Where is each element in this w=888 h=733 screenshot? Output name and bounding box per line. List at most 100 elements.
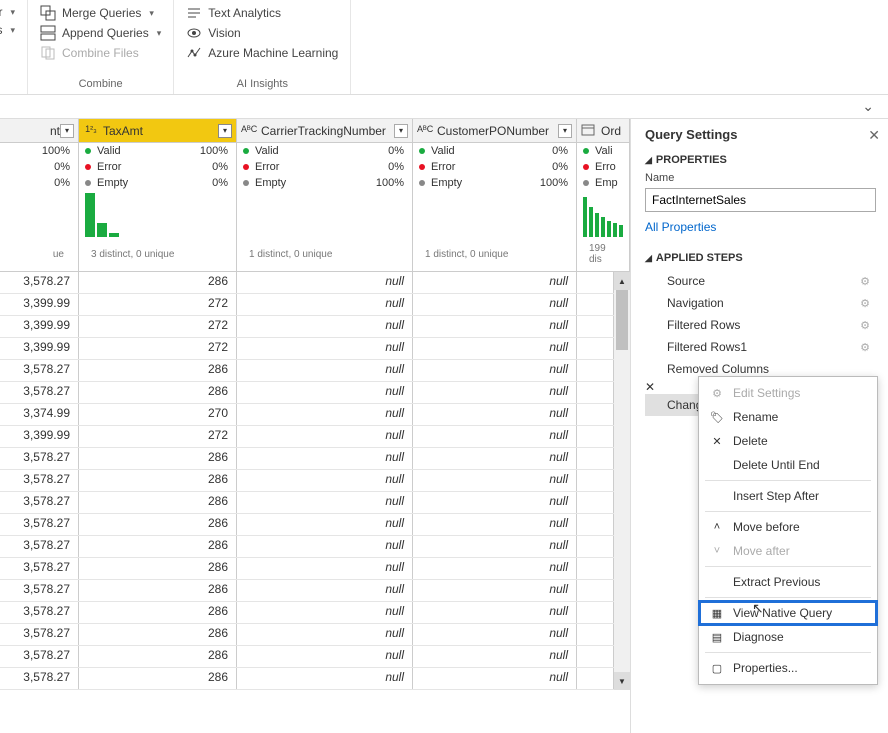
filter-icon[interactable]: ▾ (558, 124, 572, 138)
scroll-thumb[interactable] (616, 290, 628, 350)
error-dot-icon (243, 164, 249, 170)
cell: null (413, 360, 577, 381)
cell: null (413, 426, 577, 447)
ctx-delete[interactable]: ✕Delete (699, 429, 877, 453)
query-name-input[interactable] (645, 188, 876, 212)
collapse-icon: ◢ (645, 253, 652, 264)
merge-queries-button[interactable]: Merge Queries▾ (38, 4, 163, 22)
filter-icon[interactable]: ▾ (218, 124, 232, 138)
table-row[interactable]: 3,578.27286nullnull (0, 558, 614, 580)
table-row[interactable]: 3,578.27286nullnull (0, 470, 614, 492)
cell: null (413, 514, 577, 535)
table-row[interactable]: 3,578.27286nullnull (0, 624, 614, 646)
table-row[interactable]: 3,374.99270nullnull (0, 404, 614, 426)
cell: 3,578.27 (0, 646, 79, 667)
table-row[interactable]: 3,578.27286nullnull (0, 580, 614, 602)
column-header-carrier[interactable]: AᴮCCarrierTrackingNumber▾ (237, 119, 413, 142)
cell (577, 514, 614, 535)
error-dot-icon (419, 164, 425, 170)
vertical-scrollbar[interactable]: ▲ ▼ (614, 272, 630, 690)
table-row[interactable]: 3,399.99272nullnull (0, 316, 614, 338)
gear-icon[interactable]: ⚙ (860, 297, 870, 310)
table-row[interactable]: 3,578.27286nullnull (0, 668, 614, 690)
distinct-label: 1 distinct, 0 unique (419, 247, 514, 264)
ctx-move-before[interactable]: ˄Move before (699, 515, 877, 539)
combine-files-button[interactable]: Combine Files (38, 44, 163, 62)
gear-icon[interactable]: ⚙ (860, 341, 870, 354)
ribbon: r▾ ders▾ Merge Queries▾ Append Queries▾ … (0, 0, 888, 95)
gear-icon[interactable]: ⚙ (860, 275, 870, 288)
table-row[interactable]: 3,578.27286nullnull (0, 272, 614, 294)
applied-steps-section[interactable]: ◢APPLIED STEPS (645, 252, 876, 264)
table-row[interactable]: 3,578.27286nullnull (0, 602, 614, 624)
cell (577, 316, 614, 337)
column-header-customerpo[interactable]: AᴮCCustomerPONumber▾ (413, 119, 577, 142)
applied-step-filtered-rows1[interactable]: Filtered Rows1⚙ (645, 336, 876, 358)
azure-ml-button[interactable]: Azure Machine Learning (184, 44, 340, 62)
ctx-insert-step-after[interactable]: Insert Step After (699, 484, 877, 508)
applied-step-navigation[interactable]: Navigation⚙ (645, 292, 876, 314)
table-row[interactable]: 3,578.27286nullnull (0, 492, 614, 514)
append-icon (40, 25, 56, 41)
table-row[interactable]: 3,578.27286nullnull (0, 448, 614, 470)
column-header-ord[interactable]: Ord (577, 119, 630, 142)
column-headers: nt▾ 1²₃TaxAmt▾ AᴮCCarrierTrackingNumber▾… (0, 119, 630, 143)
scroll-down-icon[interactable]: ▼ (614, 672, 630, 690)
ctx-delete-until-end[interactable]: Delete Until End (699, 453, 877, 477)
delete-icon: ✕ (709, 435, 725, 448)
ribbon-item-truncated-2[interactable]: ders▾ (0, 22, 17, 38)
applied-step-source[interactable]: Source⚙ (645, 270, 876, 292)
cell: null (413, 602, 577, 623)
table-row[interactable]: 3,578.27286nullnull (0, 514, 614, 536)
cell: 3,578.27 (0, 602, 79, 623)
cell: null (413, 382, 577, 403)
valid-dot-icon (419, 148, 425, 154)
table-row[interactable]: 3,578.27286nullnull (0, 646, 614, 668)
applied-step-filtered-rows[interactable]: Filtered Rows⚙ (645, 314, 876, 336)
cell: 3,578.27 (0, 580, 79, 601)
cell: 3,578.27 (0, 492, 79, 513)
cell: 3,399.99 (0, 316, 79, 337)
column-header-taxamt[interactable]: 1²₃TaxAmt▾ (79, 119, 237, 142)
text-analytics-button[interactable]: Text Analytics (184, 4, 340, 22)
append-queries-button[interactable]: Append Queries▾ (38, 24, 163, 42)
table-row[interactable]: 3,578.27286nullnull (0, 536, 614, 558)
ctx-extract-previous[interactable]: Extract Previous (699, 570, 877, 594)
chevron-down-icon: ˅ (709, 545, 725, 557)
azure-ml-icon (186, 45, 202, 61)
data-grid: nt▾ 1²₃TaxAmt▾ AᴮCCarrierTrackingNumber▾… (0, 119, 630, 733)
filter-icon[interactable]: ▾ (60, 124, 74, 138)
delete-step-icon[interactable]: ✕ (645, 380, 655, 394)
ctx-rename[interactable]: 🏷Rename (699, 405, 877, 429)
ctx-view-native-query[interactable]: ▦View Native Query (699, 601, 877, 625)
collapse-icon: ◢ (645, 155, 652, 166)
cell: 3,578.27 (0, 448, 79, 469)
vision-button[interactable]: Vision (184, 24, 340, 42)
ctx-properties[interactable]: ▢Properties... (699, 656, 877, 680)
table-row[interactable]: 3,399.99272nullnull (0, 294, 614, 316)
cell (577, 470, 614, 491)
all-properties-link[interactable]: All Properties (645, 220, 876, 234)
column-header-truncated[interactable]: nt▾ (0, 119, 79, 142)
cell: null (413, 316, 577, 337)
name-label: Name (645, 172, 876, 184)
table-row[interactable]: 3,578.27286nullnull (0, 382, 614, 404)
cell: null (237, 602, 413, 623)
scroll-up-icon[interactable]: ▲ (614, 272, 630, 290)
cell (577, 668, 614, 689)
expand-chevron-icon[interactable]: ⌄ (862, 98, 874, 115)
cell: null (237, 426, 413, 447)
cell: null (413, 338, 577, 359)
table-row[interactable]: 3,399.99272nullnull (0, 426, 614, 448)
cell: 3,399.99 (0, 338, 79, 359)
properties-section[interactable]: ◢PROPERTIES (645, 154, 876, 166)
ribbon-item-truncated-1[interactable]: r▾ (0, 4, 17, 20)
ctx-diagnose[interactable]: ▤Diagnose (699, 625, 877, 649)
cell: 286 (79, 470, 237, 491)
table-row[interactable]: 3,578.27286nullnull (0, 360, 614, 382)
table-row[interactable]: 3,399.99272nullnull (0, 338, 614, 360)
close-icon[interactable]: ✕ (868, 127, 880, 144)
filter-icon[interactable]: ▾ (394, 124, 408, 138)
gear-icon[interactable]: ⚙ (860, 319, 870, 332)
cell (577, 360, 614, 381)
